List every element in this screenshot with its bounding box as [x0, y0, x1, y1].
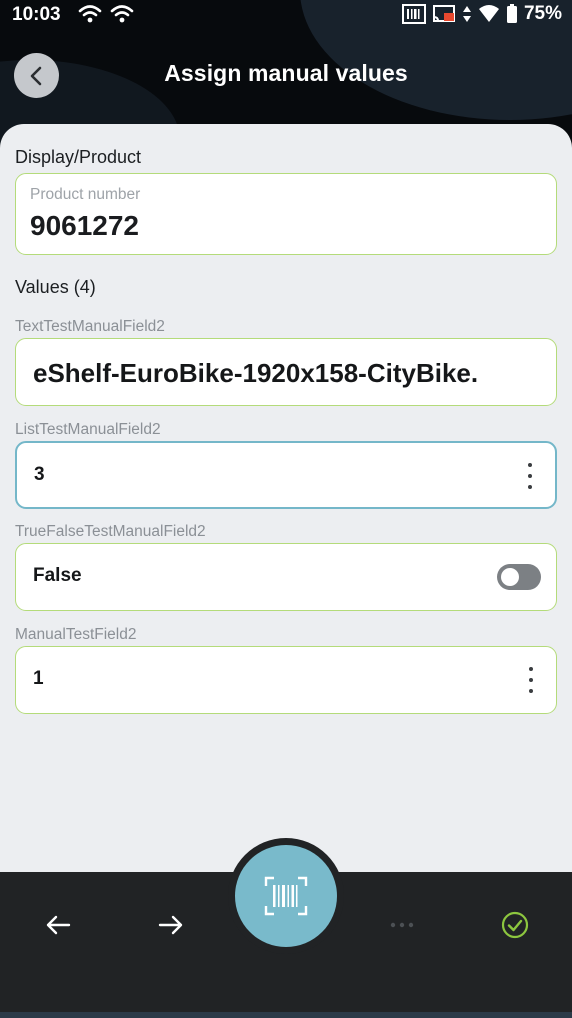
section-label-display: Display/Product — [15, 147, 142, 167]
status-right: 75% — [401, 3, 562, 25]
next-button[interactable] — [149, 910, 193, 940]
cast-icon — [432, 4, 456, 24]
status-bar: 10:03 75% — [0, 0, 572, 30]
manual-field-value: 1 — [33, 668, 44, 689]
screen: 10:03 75% Assign manual values Display/P… — [0, 0, 572, 1018]
more-vertical-icon[interactable] — [525, 463, 535, 489]
data-arrows-icon — [462, 4, 472, 24]
previous-button[interactable] — [36, 910, 80, 940]
product-number-value: 9061272 — [30, 210, 140, 241]
wifi-signal-icon — [478, 4, 500, 24]
toggle-switch[interactable] — [497, 564, 541, 590]
arrow-right-icon — [158, 914, 184, 936]
check-circle-icon — [501, 911, 529, 939]
arrow-left-icon — [45, 914, 71, 936]
barcode-icon — [401, 4, 426, 24]
list-field-value: 3 — [34, 464, 45, 485]
field-caption: TextTestManualField2 — [15, 318, 165, 335]
true-false-value: False — [33, 565, 82, 586]
battery-percentage: 75% — [523, 3, 562, 24]
more-horizontal-icon — [389, 921, 415, 929]
field-caption: ManualTestField2 — [15, 626, 137, 643]
true-false-field[interactable]: False — [15, 543, 557, 611]
content-panel: Display/Product Product number 9061272 V… — [0, 124, 572, 884]
product-number-field[interactable]: Product number 9061272 — [15, 173, 557, 255]
section-label-values: Values (4) — [15, 277, 96, 297]
page-title: Assign manual values — [164, 60, 408, 86]
battery-icon — [506, 4, 518, 24]
status-time: 10:03 — [12, 4, 61, 25]
confirm-button[interactable] — [493, 910, 537, 940]
wifi-icon — [78, 3, 102, 25]
manual-field[interactable]: 1 — [15, 646, 557, 714]
bottom-edge — [0, 1012, 572, 1018]
product-number-label: Product number — [30, 186, 141, 203]
field-caption: ListTestManualField2 — [15, 421, 161, 438]
more-button[interactable] — [380, 910, 424, 940]
field-caption: TrueFalseTestManualField2 — [15, 523, 206, 540]
text-field[interactable]: eShelf-EuroBike-1920x158-CityBike. — [15, 338, 557, 406]
more-vertical-icon[interactable] — [526, 667, 536, 693]
list-field[interactable]: 3 — [15, 441, 557, 509]
toggle-knob — [501, 568, 519, 586]
scan-button[interactable] — [235, 845, 337, 947]
barcode-scan-icon — [264, 876, 308, 916]
text-field-value: eShelf-EuroBike-1920x158-CityBike. — [33, 358, 479, 388]
wifi-icon — [110, 3, 134, 25]
status-left-icons — [78, 3, 134, 25]
